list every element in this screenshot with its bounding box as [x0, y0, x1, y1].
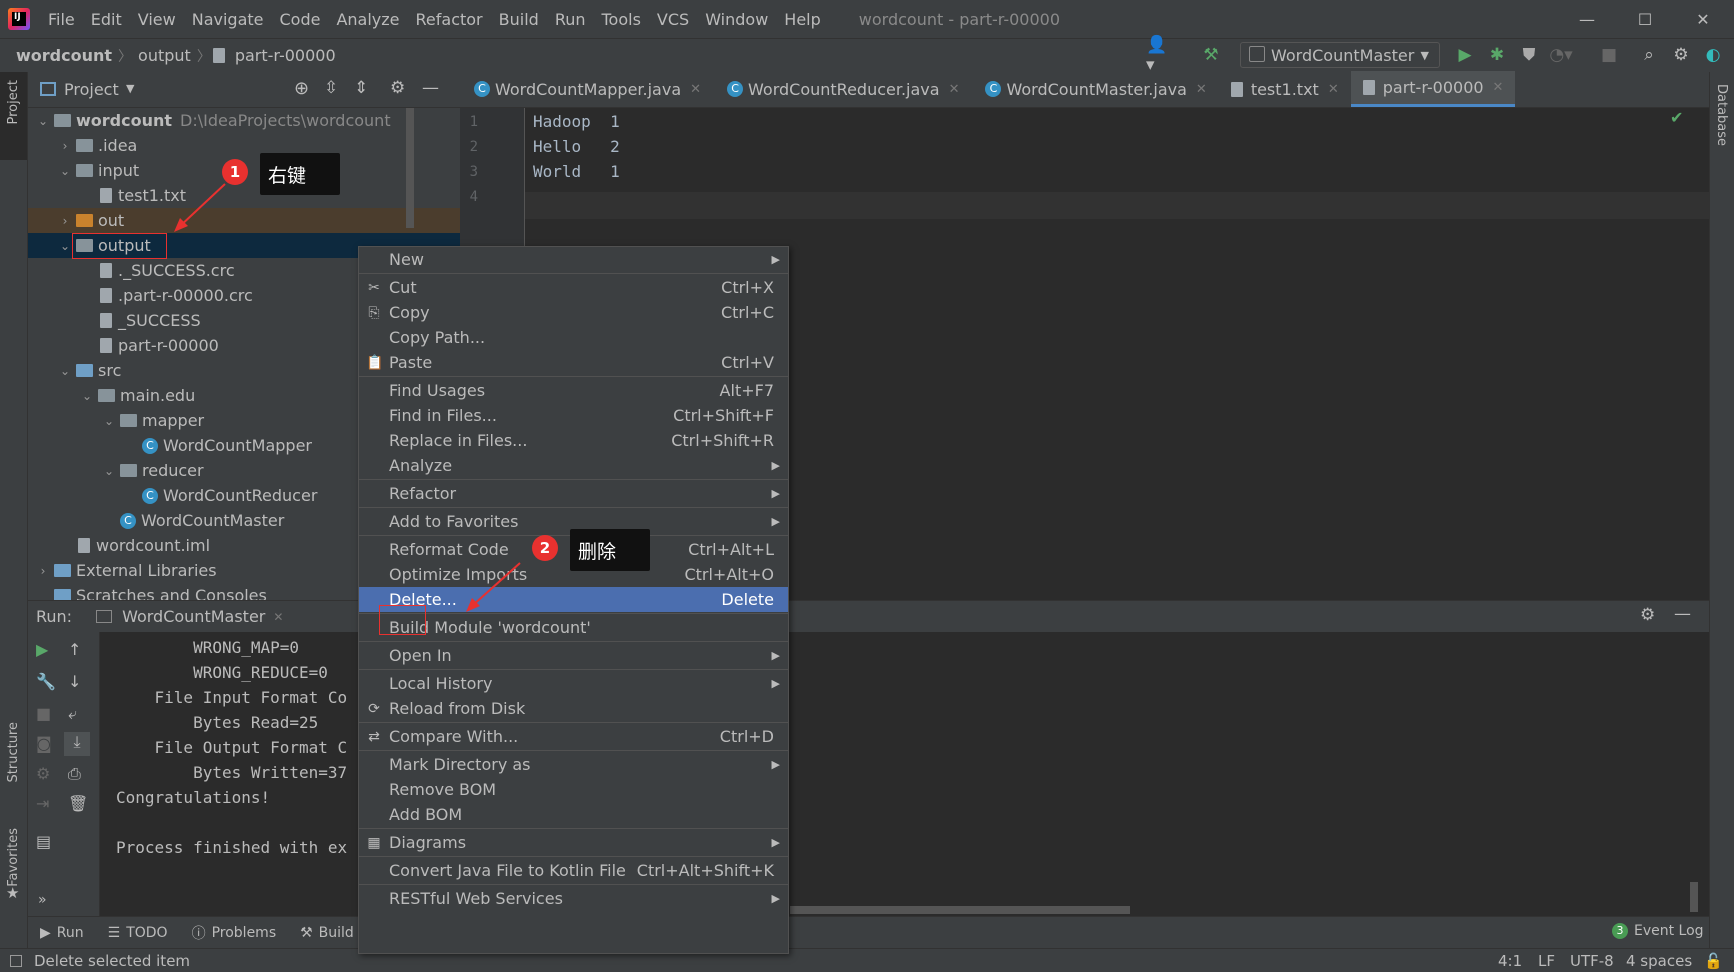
annotation-arrow-2 [471, 562, 521, 607]
annotation-arrow-1 [177, 183, 226, 229]
annotation-arrows [174, 183, 521, 612]
annotation-badge-1: 1 [222, 159, 248, 185]
annotation-callout-1: 右键 [260, 153, 340, 195]
annotation-callout-2: 删除 [570, 529, 650, 571]
annotation-badge-2: 2 [532, 535, 558, 561]
